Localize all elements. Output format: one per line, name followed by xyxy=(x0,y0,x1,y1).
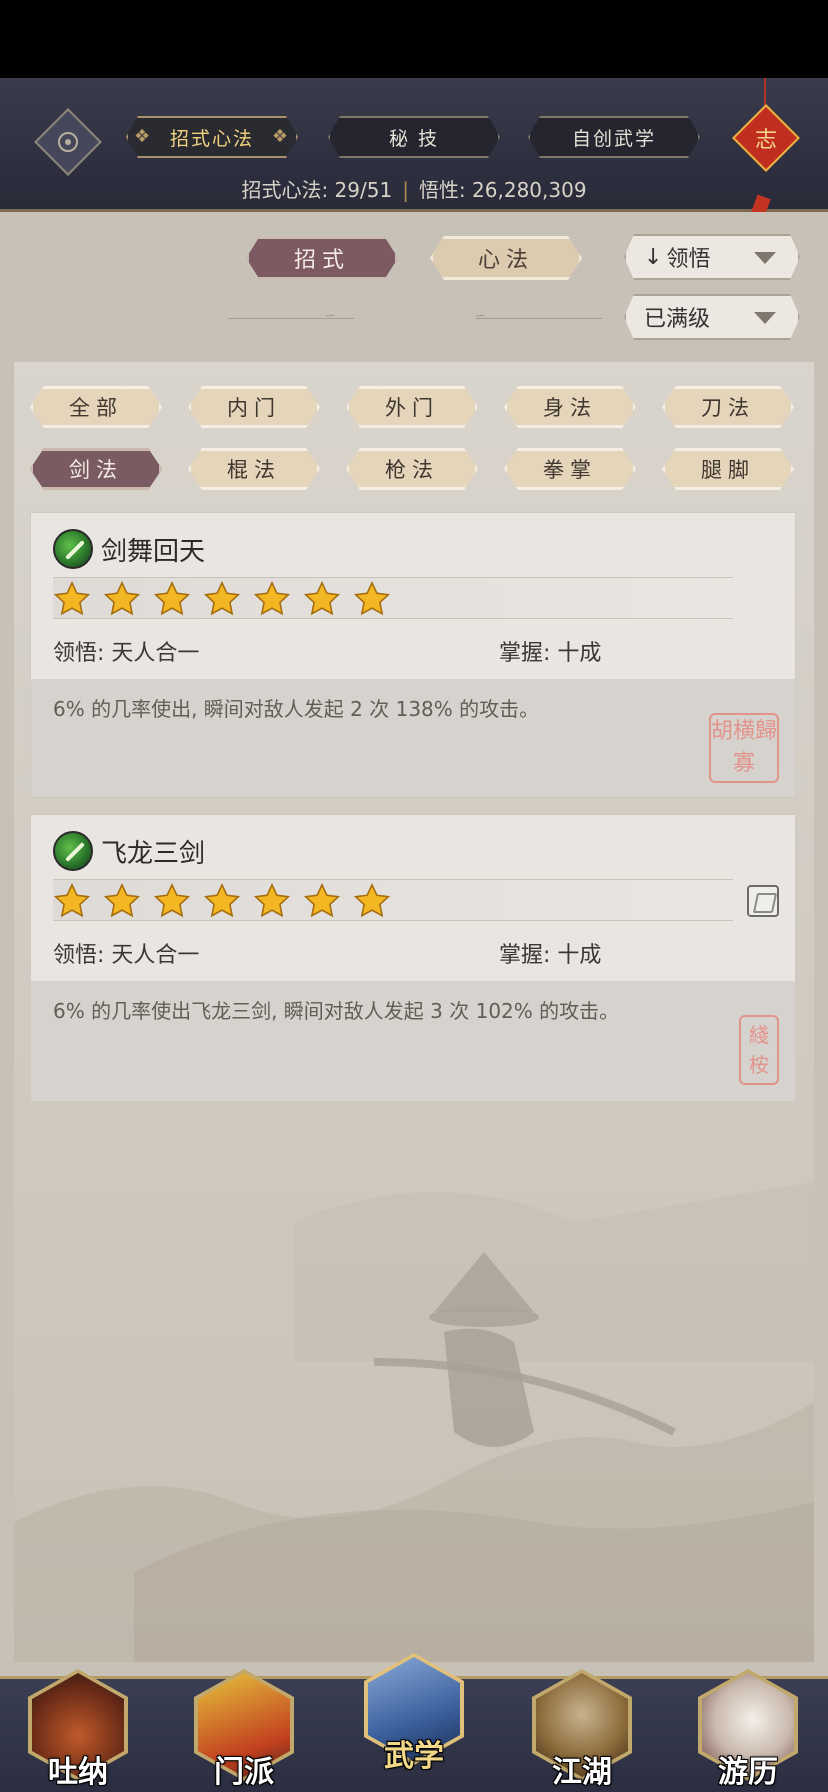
nav-label: 江湖 xyxy=(552,1755,612,1790)
stats-separator: | xyxy=(402,178,409,202)
filter-inner[interactable]: 内门 xyxy=(188,386,320,428)
level-filter-dropdown[interactable]: 已满级 xyxy=(624,294,800,340)
filter-all[interactable]: 全部 xyxy=(30,386,162,428)
seal-stamp: 綫桉 xyxy=(739,1015,779,1085)
ink-landscape-background xyxy=(14,1182,814,1662)
chevron-down-icon xyxy=(754,312,776,324)
comprehension-level: 领悟: 天人合一 xyxy=(53,641,200,666)
ambition-badge-button[interactable]: 志 xyxy=(732,104,800,172)
star-rating xyxy=(53,577,733,619)
decorative-line-right xyxy=(476,318,602,319)
star-icon xyxy=(103,882,141,918)
filter-staff[interactable]: 棍法 xyxy=(188,448,320,490)
header: 招式心法 秘 技 自创武学 志 招式心法: 29/51 | 悟性: 26,280,3… xyxy=(0,78,828,228)
view-toggle-button[interactable] xyxy=(34,108,102,176)
nav-martial-arts[interactable]: 武学 xyxy=(360,1649,468,1777)
skill-card[interactable]: 剑舞回天 领悟: 天人合一 掌握: 十成 6% 的几率使出, 瞬间对敌人发起 2… xyxy=(30,512,796,798)
star-icon xyxy=(203,882,241,918)
skill-name: 剑舞回天 xyxy=(101,537,206,567)
description-area: 6% 的几率使出, 瞬间对敌人发起 2 次 138% 的攻击。 胡横歸寡 xyxy=(31,679,795,797)
tab-moves-methods[interactable]: 招式心法 xyxy=(126,116,298,158)
filter-movement[interactable]: 身法 xyxy=(504,386,636,428)
filter-sword[interactable]: 剑法 xyxy=(30,448,162,490)
bottom-nav: 吐纳 门派 武学 江湖 游历 xyxy=(0,1653,828,1792)
mastery-level: 掌握: 十成 xyxy=(499,641,602,666)
chevron-down-icon xyxy=(754,252,776,264)
main-content: 招式 心法 ∽ ∽ ↓ 领悟 已满级 全部 内门 外门 身法 刀法 剑法 棍法 … xyxy=(0,212,828,1676)
skill-name: 飞龙三剑 xyxy=(101,839,206,869)
skills-panel: 全部 内门 外门 身法 刀法 剑法 棍法 枪法 拳掌 腿脚 剑舞回天 领悟: 天… xyxy=(14,362,814,1662)
sort-dropdown-value: 领悟 xyxy=(666,247,711,272)
arrow-down-icon: ↓ xyxy=(644,244,663,270)
star-icon xyxy=(353,580,391,616)
star-icon xyxy=(153,580,191,616)
ambition-badge-char: 志 xyxy=(754,128,777,153)
filter-fist[interactable]: 拳掌 xyxy=(504,448,636,490)
nav-label: 武学 xyxy=(384,1739,444,1774)
filter-outer[interactable]: 外门 xyxy=(346,386,478,428)
star-icon xyxy=(253,580,291,616)
level-dropdown-value: 已满级 xyxy=(644,307,711,332)
stats-line: 招式心法: 29/51 | 悟性: 26,280,309 xyxy=(0,174,828,203)
mode-tab-methods[interactable]: 心法 xyxy=(430,236,582,280)
filter-blade[interactable]: 刀法 xyxy=(662,386,794,428)
tab-self-created[interactable]: 自创武学 xyxy=(528,116,700,158)
description-area: 6% 的几率使出飞龙三剑, 瞬间对敌人发起 3 次 102% 的攻击。 綫桉 xyxy=(31,981,795,1101)
seal-stamp: 胡横歸寡 xyxy=(709,713,779,783)
sort-dropdown[interactable]: ↓ 领悟 xyxy=(624,234,800,280)
nav-breathing[interactable]: 吐纳 xyxy=(24,1665,132,1792)
skill-description: 6% 的几率使出飞龙三剑, 瞬间对敌人发起 3 次 102% 的攻击。 xyxy=(53,999,620,1023)
star-icon xyxy=(53,882,91,918)
sword-skill-icon xyxy=(53,529,93,569)
star-icon xyxy=(253,882,291,918)
nav-jianghu[interactable]: 江湖 xyxy=(528,1665,636,1792)
tab-secret-skills[interactable]: 秘 技 xyxy=(328,116,500,158)
star-rating xyxy=(53,879,733,921)
eye-icon xyxy=(58,132,78,152)
nav-travel[interactable]: 游历 xyxy=(694,1665,802,1792)
filter-leg[interactable]: 腿脚 xyxy=(662,448,794,490)
insight-value: 悟性: 26,280,309 xyxy=(418,178,587,202)
decorative-swirl-right: ∽ xyxy=(474,308,486,324)
comprehension-level: 领悟: 天人合一 xyxy=(53,943,200,968)
star-icon xyxy=(303,580,341,616)
skill-card[interactable]: 飞龙三剑 领悟: 天人合一 掌握: 十成 6% 的几率使出飞龙三剑, 瞬间对敌人… xyxy=(30,814,796,1102)
status-bar xyxy=(0,0,828,78)
filter-spear[interactable]: 枪法 xyxy=(346,448,478,490)
mastery-level: 掌握: 十成 xyxy=(499,943,602,968)
skill-description: 6% 的几率使出, 瞬间对敌人发起 2 次 138% 的攻击。 xyxy=(53,697,540,721)
scroll-icon[interactable] xyxy=(747,885,779,917)
mode-tab-moves[interactable]: 招式 xyxy=(246,236,398,280)
moves-count: 招式心法: 29/51 xyxy=(241,178,393,202)
star-icon xyxy=(303,882,341,918)
sword-skill-icon xyxy=(53,831,93,871)
nav-sect[interactable]: 门派 xyxy=(190,1665,298,1792)
star-icon xyxy=(103,580,141,616)
nav-label: 吐纳 xyxy=(48,1755,108,1790)
star-icon xyxy=(203,580,241,616)
nav-label: 门派 xyxy=(214,1755,274,1790)
decorative-swirl-left: ∽ xyxy=(324,308,336,324)
star-icon xyxy=(53,580,91,616)
star-icon xyxy=(153,882,191,918)
star-icon xyxy=(353,882,391,918)
nav-label: 游历 xyxy=(718,1755,778,1790)
